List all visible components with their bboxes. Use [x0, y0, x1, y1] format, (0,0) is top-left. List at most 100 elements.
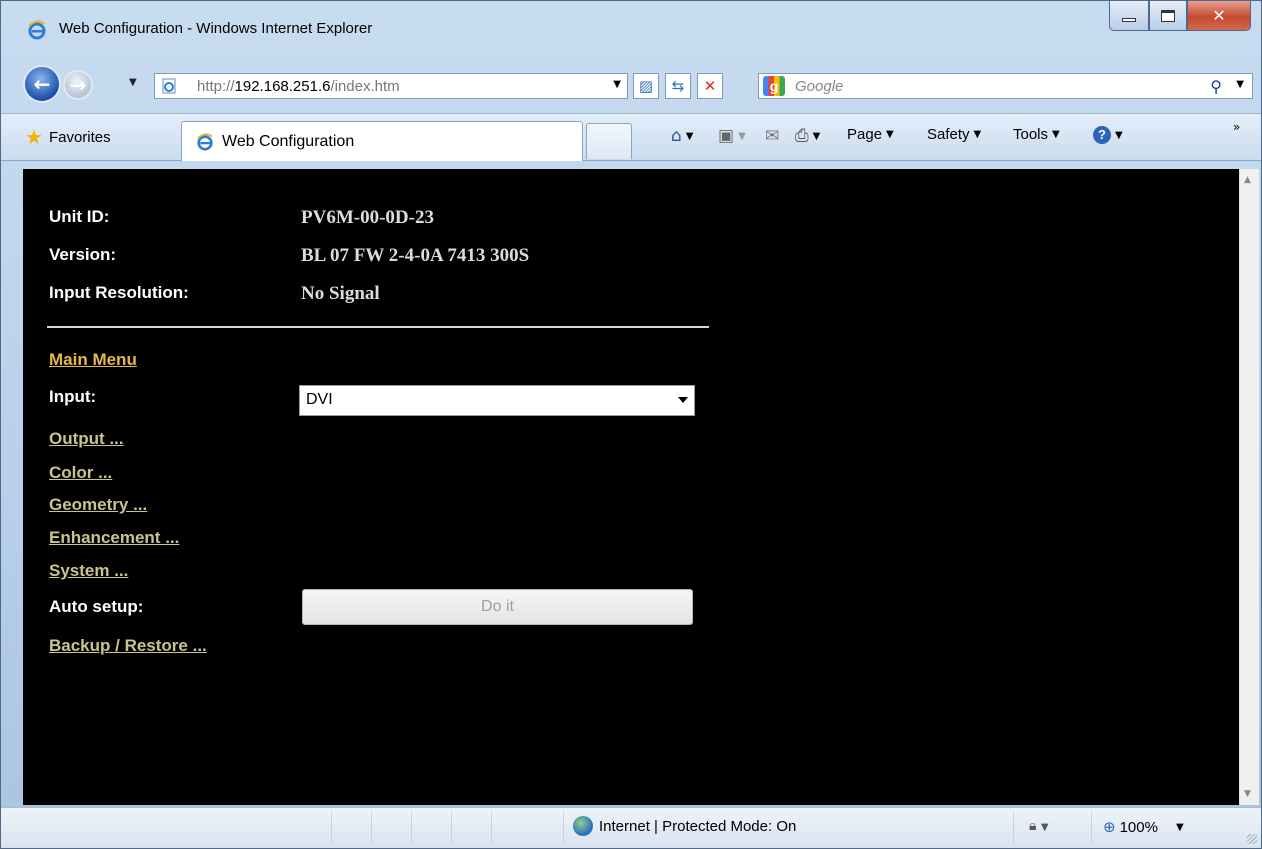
window-controls: ✕: [1109, 1, 1251, 37]
output-link[interactable]: Output ...: [49, 429, 124, 449]
chevron-down-icon: ▼: [886, 129, 894, 140]
zoom-level: 100%: [1119, 818, 1158, 836]
mail-icon: ✉: [765, 126, 780, 146]
safety-menu[interactable]: Safety ▼: [927, 126, 981, 143]
main-menu-link[interactable]: Main Menu: [49, 350, 137, 370]
ie-logo-icon: [197, 132, 213, 151]
navigation-bar: ← → ▼ http://192.168.251.6/index.htm ▼ ▨…: [1, 61, 1261, 105]
security-lock-icon[interactable]: 🔒︎ ▼: [1029, 818, 1049, 834]
arrow-right-icon: →: [69, 73, 87, 97]
recent-pages-dropdown[interactable]: ▼: [129, 77, 137, 88]
backup-restore-link[interactable]: Backup / Restore ...: [49, 636, 207, 656]
maximize-icon: [1161, 9, 1175, 22]
chevron-down-icon: ▼: [738, 130, 746, 142]
globe-icon: [573, 816, 593, 836]
chevron-down-icon: [678, 397, 688, 403]
home-button[interactable]: ⌂ ▼: [671, 126, 694, 146]
status-divider: [331, 812, 332, 844]
forward-button[interactable]: →: [63, 70, 93, 100]
status-divider: [563, 812, 564, 844]
help-button[interactable]: ? ▼: [1093, 126, 1123, 144]
tab-title: Web Configuration: [222, 132, 355, 150]
input-select-value: DVI: [306, 391, 333, 408]
vertical-scrollbar[interactable]: ▲ ▼: [1239, 169, 1259, 805]
security-zone[interactable]: Internet | Protected Mode: On: [573, 816, 796, 836]
new-tab-button[interactable]: [586, 123, 632, 159]
status-divider: [371, 812, 372, 844]
search-options-dropdown-icon[interactable]: ▼: [1236, 79, 1244, 90]
page-menu-label: Page: [847, 126, 883, 143]
page-menu[interactable]: Page ▼: [847, 126, 894, 143]
scroll-down-icon[interactable]: ▼: [1244, 789, 1251, 799]
minimize-button[interactable]: [1109, 1, 1149, 31]
stop-button[interactable]: ✕: [697, 73, 723, 99]
tab-web-configuration[interactable]: Web Configuration: [181, 121, 583, 161]
tools-menu[interactable]: Tools ▼: [1013, 126, 1060, 143]
address-url: http://192.168.251.6/index.htm: [197, 78, 400, 95]
chevron-down-icon: ▼: [812, 130, 821, 142]
unit-id-value: PV6M-00-0D-23: [301, 207, 434, 228]
title-bar: Web Configuration - Windows Internet Exp…: [1, 1, 1261, 57]
favorites-star-icon: ★: [25, 125, 43, 149]
status-bar: Internet | Protected Mode: On 🔒︎ ▼ ⊕ 100…: [1, 807, 1261, 848]
system-link[interactable]: System ...: [49, 561, 128, 581]
search-icon[interactable]: ⚲: [1210, 77, 1222, 96]
status-divider: [1091, 812, 1092, 844]
favorites-label: Favorites: [48, 128, 111, 146]
home-icon: ⌂: [671, 126, 682, 146]
google-logo-icon: g: [763, 76, 785, 96]
printer-icon: ⎙: [795, 126, 809, 146]
rss-feed-icon: ▣: [718, 126, 735, 146]
tools-menu-label: Tools: [1013, 126, 1049, 143]
input-label: Input:: [49, 387, 97, 406]
close-icon: ✕: [1212, 6, 1226, 25]
compatibility-view-button[interactable]: ▨: [633, 73, 659, 99]
zoom-control[interactable]: ⊕ 100% ▼: [1103, 818, 1184, 836]
stop-icon: ✕: [703, 77, 717, 95]
enhancement-link[interactable]: Enhancement ...: [49, 528, 179, 548]
browser-window: Web Configuration - Windows Internet Exp…: [0, 0, 1262, 849]
chevron-down-icon: ▼: [1115, 129, 1123, 141]
ie-logo-icon: [28, 20, 46, 40]
search-placeholder: Google: [795, 78, 844, 95]
compatibility-icon: ▨: [638, 77, 654, 95]
feeds-button[interactable]: ▣ ▼: [718, 126, 746, 146]
print-button[interactable]: ⎙ ▼: [795, 126, 820, 146]
auto-setup-label: Auto setup:: [49, 597, 144, 616]
divider: [47, 326, 709, 328]
address-bar[interactable]: http://192.168.251.6/index.htm ▼: [154, 73, 628, 99]
chevron-down-icon: ▼: [685, 130, 694, 142]
overflow-chevron-icon[interactable]: »: [1233, 120, 1240, 134]
maximize-button[interactable]: [1149, 1, 1187, 31]
status-divider: [491, 812, 492, 844]
refresh-icon: ⇆: [671, 77, 685, 95]
color-link[interactable]: Color ...: [49, 463, 112, 483]
window-title: Web Configuration - Windows Internet Exp…: [59, 20, 373, 37]
input-resolution-value: No Signal: [301, 283, 380, 304]
back-button[interactable]: ←: [23, 65, 61, 103]
status-divider: [411, 812, 412, 844]
scroll-up-icon[interactable]: ▲: [1244, 175, 1251, 185]
geometry-link[interactable]: Geometry ...: [49, 495, 147, 515]
chevron-down-icon: ▼: [1175, 821, 1184, 833]
refresh-button[interactable]: ⇆: [665, 73, 691, 99]
input-select[interactable]: DVI: [299, 385, 695, 416]
address-dropdown-icon[interactable]: ▼: [613, 79, 621, 90]
search-box[interactable]: g Google ⚲ ▼: [758, 73, 1253, 99]
safety-menu-label: Safety: [927, 126, 970, 143]
status-divider: [1013, 812, 1014, 844]
resize-grip-icon[interactable]: [1247, 834, 1257, 844]
arrow-left-icon: ←: [33, 72, 51, 96]
do-it-button[interactable]: Do it: [302, 589, 693, 625]
version-label: Version:: [49, 245, 117, 264]
zone-text: Internet | Protected Mode: On: [599, 817, 797, 835]
read-mail-button[interactable]: ✉: [765, 126, 779, 146]
unit-id-label: Unit ID:: [49, 207, 110, 226]
close-button[interactable]: ✕: [1187, 1, 1251, 31]
chevron-down-icon: ▼: [973, 129, 982, 140]
status-divider: [451, 812, 452, 844]
favorites-button[interactable]: ★ Favorites: [17, 122, 119, 152]
minimize-icon: [1122, 17, 1136, 22]
command-bar: ★ Favorites Web Configuration ⌂ ▼ ▣ ▼ ✉ ⎙ ▼…: [1, 113, 1261, 161]
chevron-down-icon: ▼: [1052, 129, 1060, 140]
